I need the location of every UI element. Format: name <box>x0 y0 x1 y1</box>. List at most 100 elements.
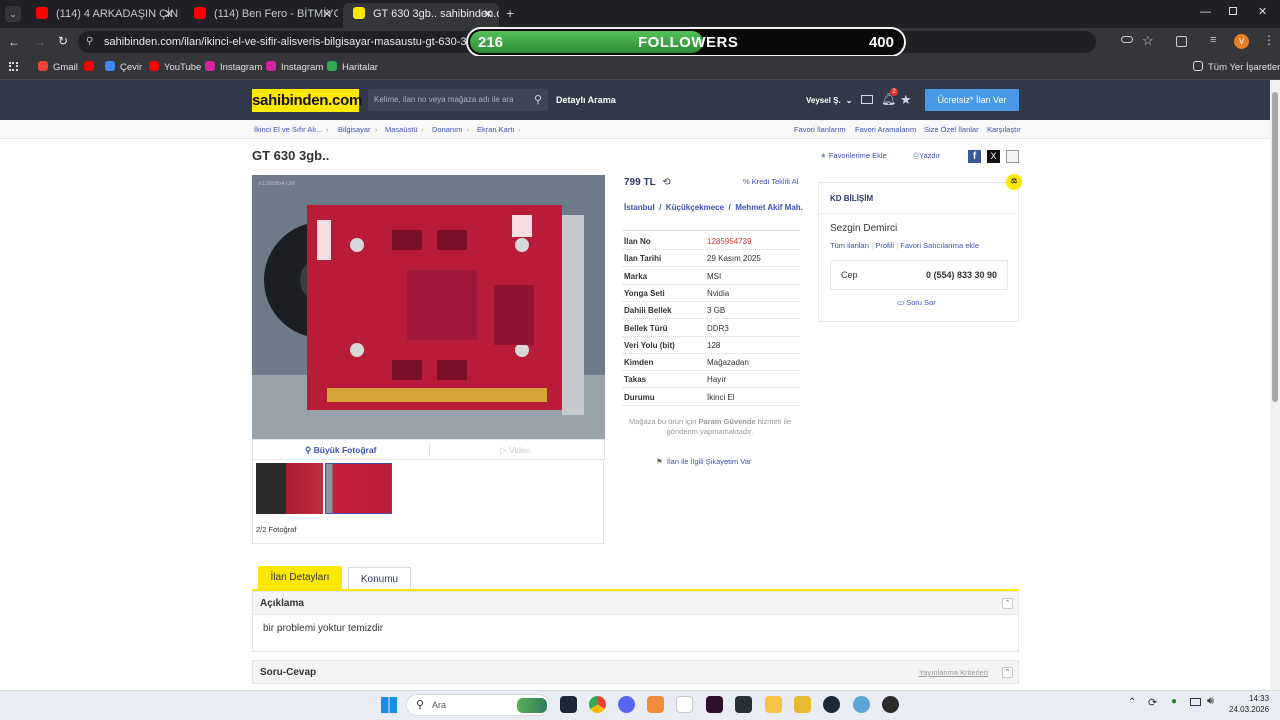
phone-number[interactable]: 0 (554) 833 30 90 <box>926 270 997 280</box>
facebook-share-icon[interactable]: f <box>968 150 981 163</box>
ask-question-link[interactable]: ▭ Soru Sor <box>897 298 936 307</box>
bookmark-youtube[interactable]: YouTube <box>149 61 201 75</box>
location-city[interactable]: İstanbul <box>624 203 655 212</box>
favorite-searches-link[interactable]: Favori Aramalarım <box>855 125 916 134</box>
app-notification-icon[interactable] <box>882 696 899 713</box>
listing-photo[interactable]: #1285954739 <box>252 175 605 439</box>
chrome-icon[interactable] <box>589 696 606 713</box>
messages-icon[interactable] <box>861 95 873 104</box>
tab-search-button[interactable]: ⌄ <box>5 6 21 22</box>
detailed-search-link[interactable]: Detaylı Arama <box>556 95 616 105</box>
site-search-input[interactable]: Kelime, ilan no veya mağaza adı ile ara … <box>368 89 548 111</box>
location-neighborhood[interactable]: Mehmet Akif Mah. <box>735 203 803 212</box>
browser-tab-active[interactable]: GT 630 3gb.. sahibinden.com ✕ <box>343 3 499 28</box>
new-tab-button[interactable]: + <box>506 5 514 21</box>
add-to-favorites-link[interactable]: ★ Favorilerime Ekle <box>820 151 887 160</box>
breadcrumb-item[interactable]: İkinci El ve Sıfır Alı... <box>254 125 322 134</box>
big-photo-button[interactable]: ⚲ Büyük Fotoğraf <box>305 445 376 456</box>
tray-volume-icon[interactable]: 🔊︎ <box>1207 695 1214 708</box>
favorite-listings-link[interactable]: Favori İlanlarım <box>794 125 846 134</box>
clock-time[interactable]: 14:33 <box>1249 694 1269 703</box>
apps-grid-icon[interactable] <box>9 62 18 71</box>
tray-display-icon[interactable] <box>1190 698 1201 706</box>
profile-avatar[interactable]: V <box>1234 34 1249 49</box>
all-listings-link[interactable]: Tüm ilanları <box>830 241 869 250</box>
collapse-icon[interactable]: ⌃ <box>1002 598 1013 609</box>
minimize-window-icon[interactable]: — <box>1200 6 1211 18</box>
print-link[interactable]: ⎙Yazdır <box>913 151 940 161</box>
reload-icon[interactable]: ↻ <box>58 34 68 48</box>
email-share-icon[interactable] <box>1006 150 1019 163</box>
search-icon[interactable]: ⚲ <box>534 89 542 111</box>
compare-link[interactable]: Karşılaştır <box>987 125 1021 134</box>
breadcrumb-item[interactable]: Bilgisayar <box>338 125 371 134</box>
scrollbar-thumb[interactable] <box>1272 92 1278 402</box>
credit-offer-link[interactable]: % Kredi Teklifi Al <box>743 177 798 186</box>
back-icon[interactable]: ← <box>8 35 20 49</box>
site-info-icon[interactable]: ⚲ <box>86 31 93 53</box>
forward-icon[interactable]: → <box>34 35 46 49</box>
file-icon[interactable] <box>676 696 693 713</box>
breadcrumb-item[interactable]: Masaüstü <box>385 125 418 134</box>
youtube-icon <box>84 61 94 71</box>
bookmark-gmail[interactable]: Gmail <box>38 61 78 75</box>
file-explorer-icon[interactable] <box>765 696 782 713</box>
publishing-criteria-link[interactable]: Yayınlanma Kriterleri <box>919 668 988 677</box>
followers-goal-overlay: 216 FOLLOWERS 400 <box>466 27 906 57</box>
user-menu[interactable]: Veysel Ş. ⌄ <box>806 96 852 105</box>
bookmark-instagram-2[interactable]: Instagram <box>266 61 323 75</box>
tab-listing-details[interactable]: İlan Detayları <box>258 566 342 590</box>
close-tab-icon[interactable]: ✕ <box>322 3 332 25</box>
close-tab-icon[interactable]: ✕ <box>164 3 174 25</box>
tab-location[interactable]: Konumu <box>348 567 411 590</box>
tray-mic-icon[interactable]: ● <box>1171 696 1177 707</box>
notes-app-icon[interactable] <box>794 696 811 713</box>
store-name[interactable]: KD BİLİŞİM <box>830 194 873 203</box>
extensions-icon[interactable] <box>1176 36 1187 47</box>
bookmark-star-icon[interactable]: ☆ <box>1142 33 1154 49</box>
all-bookmarks[interactable]: Tüm Yer İşaretleri <box>1193 61 1280 75</box>
browser-menu-icon[interactable]: ⋮ <box>1263 33 1275 47</box>
browser-tab[interactable]: (114) 4 ARKADAŞIN ÇİN ÇAĞIRI ✕ <box>26 3 180 25</box>
bookmark-cevir[interactable]: Çevir <box>105 61 142 75</box>
special-listings-link[interactable]: Size Özel İlanlar <box>924 125 979 134</box>
close-tab-icon[interactable]: ✕ <box>483 3 493 25</box>
x-share-icon[interactable]: X <box>987 150 1000 163</box>
qa-header[interactable]: Soru-Cevap Yayınlanma Kriterleri ⌃ <box>252 660 1019 684</box>
tray-sync-icon[interactable]: ⟳ <box>1148 696 1157 709</box>
clock-date[interactable]: 24.03.2026 <box>1229 705 1269 714</box>
collapse-icon[interactable]: ⌃ <box>1002 667 1013 678</box>
steam-icon[interactable] <box>560 696 577 713</box>
game-app-icon[interactable] <box>735 696 752 713</box>
breadcrumb-item[interactable]: Donanım <box>432 125 462 134</box>
app-orange-icon[interactable] <box>647 696 664 713</box>
site-logo[interactable]: sahibinden.com <box>252 89 362 112</box>
thumbnail-2-selected[interactable] <box>325 463 392 514</box>
bookmark-youtube-shortcut[interactable] <box>84 61 99 75</box>
breadcrumb-item[interactable]: Ekran Kartı <box>477 125 515 134</box>
profile-link[interactable]: Profili <box>875 241 894 250</box>
favorite-seller-link[interactable]: Favori Satıcılarıma ekle <box>900 241 979 250</box>
tray-chevron-up-icon[interactable]: ⌃ <box>1128 697 1136 708</box>
location-district[interactable]: Küçükçekmece <box>666 203 724 212</box>
password-key-icon[interactable] <box>1121 36 1133 43</box>
discord-icon[interactable] <box>618 696 635 713</box>
taskbar-search[interactable]: ⚲ Ara <box>406 694 550 716</box>
start-windows-icon[interactable] <box>381 697 397 713</box>
magnifier-icon: ⚲ <box>305 445 312 455</box>
price-history-icon[interactable]: ⟲ <box>662 177 670 188</box>
bookmark-instagram[interactable]: Instagram <box>205 61 262 75</box>
close-window-icon[interactable]: ✕ <box>1258 5 1267 18</box>
reading-list-icon[interactable]: ≡ <box>1210 34 1216 46</box>
favorites-star-icon[interactable]: ★ <box>900 92 912 108</box>
description-header[interactable]: Açıklama ⌃ <box>252 591 1019 615</box>
post-free-ad-button[interactable]: Ücretsiz* İlan Ver <box>925 89 1019 111</box>
bookmark-haritalar[interactable]: Haritalar <box>327 61 378 75</box>
report-listing-link[interactable]: ⚑ İlan ile İlgili Şikayetim Var <box>656 457 751 466</box>
settings-gear-icon[interactable] <box>853 696 870 713</box>
browser-tab[interactable]: (114) Ben Fero - BİTMİYOR - Yo ✕ <box>184 3 338 25</box>
restore-window-icon[interactable] <box>1229 7 1237 15</box>
media-app-icon[interactable] <box>706 696 723 713</box>
thumbnail-1[interactable] <box>256 463 323 514</box>
steam-icon-2[interactable] <box>823 696 840 713</box>
